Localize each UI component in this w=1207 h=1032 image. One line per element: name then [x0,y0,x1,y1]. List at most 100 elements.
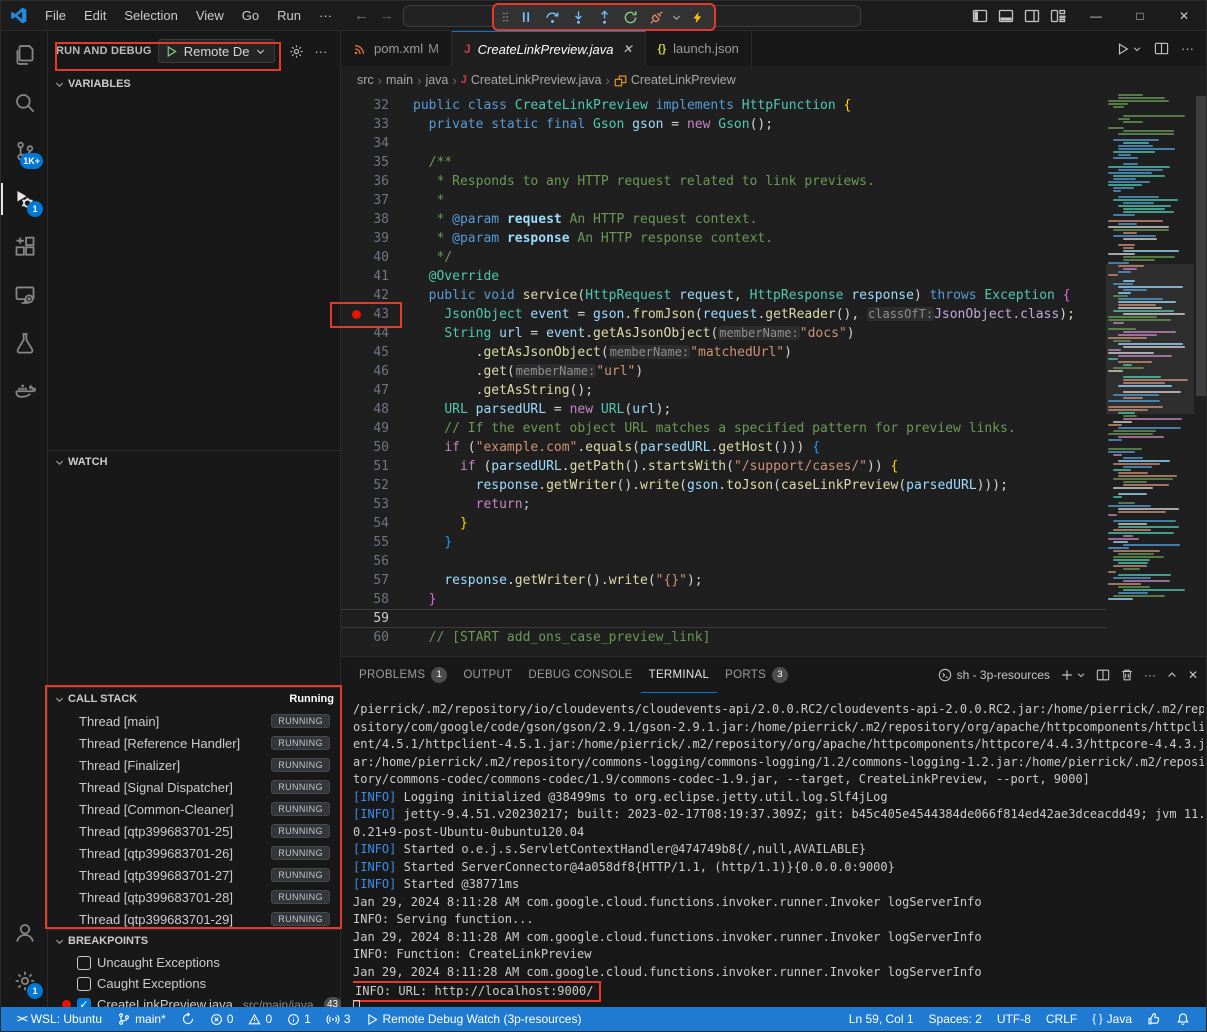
gutter[interactable]: 52 [341,476,401,495]
code-line[interactable]: 60 // [START add_ons_case_preview_link] [341,628,1106,647]
line-number[interactable]: 55 [361,533,389,552]
status-utf-8[interactable]: UTF-8 [991,1008,1037,1030]
line-number[interactable]: 45 [361,343,389,362]
line-number[interactable]: 48 [361,400,389,419]
line-number[interactable]: 53 [361,495,389,514]
line-number[interactable]: 57 [361,571,389,590]
code-line[interactable]: 44 String url = event.getAsJsonObject(me… [341,324,1106,343]
status-0[interactable]: 0 [242,1008,278,1030]
lightning-icon[interactable] [685,6,709,28]
status-remote-debug-watch-3p-resources-[interactable]: Remote Debug Watch (3p-resources) [360,1008,588,1030]
breakpoint-checkbox[interactable] [77,956,91,970]
code-line[interactable]: 56 [341,552,1106,571]
thread-row[interactable]: Thread [qtp399683701-27]RUNNING [48,864,340,886]
disconnect-icon[interactable] [644,6,668,28]
thread-row[interactable]: Thread [qtp399683701-29]RUNNING [48,908,340,930]
tab-createlinkpreview-java[interactable]: JCreateLinkPreview.java✕ [452,31,646,66]
line-number[interactable]: 37 [361,191,389,210]
line-number[interactable]: 46 [361,362,389,381]
menu-selection[interactable]: Selection [116,5,185,26]
code-line[interactable]: 51 if (parsedURL.getPath().startsWith("/… [341,457,1106,476]
kill-terminal-icon[interactable] [1120,668,1134,682]
code-line[interactable]: 32public class CreateLinkPreview impleme… [341,96,1106,115]
thread-row[interactable]: Thread [qtp399683701-28]RUNNING [48,886,340,908]
code-line[interactable]: 48 URL parsedURL = new URL(url); [341,400,1106,419]
code-editor[interactable]: 32public class CreateLinkPreview impleme… [341,94,1207,656]
variables-header[interactable]: VARIABLES [48,73,340,95]
menu-run[interactable]: Run [269,5,309,26]
code-line[interactable]: 57 response.getWriter().write("{}"); [341,571,1106,590]
line-number[interactable]: 39 [361,229,389,248]
gutter[interactable]: 43 [341,305,401,324]
new-terminal-icon[interactable] [1060,668,1086,682]
editor-scrollbar[interactable] [1194,94,1207,656]
gutter[interactable]: 50 [341,438,401,457]
gutter[interactable]: 37 [341,191,401,210]
code-line[interactable]: 39 * @param response An HTTP response co… [341,229,1106,248]
layout-custom-icon[interactable] [1050,8,1066,24]
terminal-instance[interactable]: sh - 3p-resources [938,668,1050,682]
code-line[interactable]: 50 if ("example.com".equals(parsedURL.ge… [341,438,1106,457]
activity-item-settings[interactable]: 1 [1,957,48,1005]
breakpoint-row[interactable]: Uncaught Exceptions [48,952,340,973]
panel-tab-terminal[interactable]: TERMINAL [641,657,718,693]
maximize-panel-icon[interactable] [1166,669,1178,681]
activity-item-source-control[interactable]: 1K+ [1,127,48,175]
tab-launch-json[interactable]: {}launch.json [646,31,752,66]
breakpoint-dot-icon[interactable] [352,310,361,319]
activity-item-search[interactable] [1,79,48,127]
status-3[interactable]: 3 [320,1008,357,1030]
activity-item-docker[interactable] [1,367,48,415]
code-line[interactable]: 45 .getAsJsonObject(memberName:"matchedU… [341,343,1106,362]
breadcrumb-item[interactable]: java [425,73,448,87]
breadcrumb-item[interactable]: CreateLinkPreview [614,73,736,87]
code-line[interactable]: 33 private static final Gson gson = new … [341,115,1106,134]
status-1[interactable]: 1 [281,1008,317,1030]
thread-row[interactable]: Thread [Common-Cleaner]RUNNING [48,798,340,820]
watch-header[interactable]: WATCH [48,451,340,473]
nav-back-icon[interactable]: ← [354,7,369,24]
gutter[interactable]: 51 [341,457,401,476]
split-editor-icon[interactable] [1154,41,1169,56]
gutter[interactable]: 57 [341,571,401,590]
line-number[interactable]: 34 [361,134,389,153]
pause-icon[interactable] [514,6,538,28]
line-number[interactable]: 32 [361,96,389,115]
close-tab-icon[interactable]: ✕ [623,42,633,56]
status-spaces-2[interactable]: Spaces: 2 [923,1008,988,1030]
thread-row[interactable]: Thread [Finalizer]RUNNING [48,754,340,776]
more-actions-icon[interactable]: ··· [1181,41,1194,56]
step-out-icon[interactable] [592,6,616,28]
menu-go[interactable]: Go [234,5,267,26]
status-java[interactable]: { }Java [1086,1008,1138,1030]
activity-item-accounts[interactable] [1,909,48,957]
panel-tab-ports[interactable]: PORTS3 [717,657,796,693]
run-java-icon[interactable] [1116,42,1142,56]
close-panel-icon[interactable]: ✕ [1188,668,1198,682]
code-line[interactable]: 43 JsonObject event = gson.fromJson(requ… [341,305,1106,324]
maximize-button[interactable]: □ [1118,1,1162,31]
code-line[interactable]: 36 * Responds to any HTTP request relate… [341,172,1106,191]
code-line[interactable]: 55 } [341,533,1106,552]
activity-item-testing[interactable] [1,319,48,367]
nav-forward-icon[interactable]: → [379,7,394,24]
line-number[interactable]: 50 [361,438,389,457]
panel-tab-problems[interactable]: PROBLEMS1 [351,657,455,693]
gutter[interactable]: 36 [341,172,401,191]
line-number[interactable]: 60 [361,628,389,647]
gutter[interactable]: 46 [341,362,401,381]
breadcrumb-item[interactable]: src [357,73,374,87]
gutter[interactable]: 38 [341,210,401,229]
terminal-output[interactable]: /pierrick/.m2/repository/io/cloudevents/… [353,701,1204,1009]
code-line[interactable]: 38 * @param request An HTTP request cont… [341,210,1106,229]
line-number[interactable]: 41 [361,267,389,286]
activity-item-run-and-debug[interactable]: 1 [1,175,48,223]
gutter[interactable]: 47 [341,381,401,400]
code-line[interactable]: 41 @Override [341,267,1106,286]
thread-row[interactable]: Thread [qtp399683701-26]RUNNING [48,842,340,864]
gutter[interactable]: 54 [341,514,401,533]
gutter[interactable]: 35 [341,153,401,172]
layout-sidebar-right-icon[interactable] [1024,8,1040,24]
gutter[interactable]: 41 [341,267,401,286]
status-wsl-ubuntu[interactable]: ><WSL: Ubuntu [11,1008,108,1030]
